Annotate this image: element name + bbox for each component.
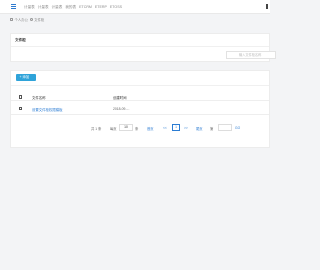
prev-page-link[interactable]: << — [163, 126, 167, 130]
search-input[interactable]: 输入文件柜名称 — [226, 50, 276, 59]
total-count: 共 1 条 — [91, 127, 102, 131]
column-header-date: 创建时间 — [113, 96, 127, 100]
divider — [11, 46, 269, 47]
current-page[interactable]: 1 — [172, 124, 180, 131]
select-all-checkbox[interactable] — [18, 95, 22, 99]
file-name-link[interactable]: 设置文件柜权限模板 — [32, 107, 63, 112]
filter-panel: 文件柜 输入文件柜名称 — [10, 33, 276, 62]
breadcrumb-item[interactable]: 个人办公 — [15, 17, 29, 22]
goto-page-input[interactable] — [218, 124, 232, 131]
next-page-link[interactable]: >> — [184, 126, 188, 130]
goto-label: 第 — [210, 127, 214, 131]
top-navbar: 计量表 计量表 计量表 我的表 ETCRM ETERP ETOSS — [0, 0, 270, 14]
first-page-link[interactable]: 首页 — [147, 126, 154, 131]
row-checkbox[interactable] — [18, 106, 22, 110]
user-menu-icon[interactable] — [266, 4, 268, 9]
breadcrumb-item: 文件柜 — [34, 18, 45, 22]
top-nav-item[interactable]: 我的表 — [65, 5, 76, 10]
per-page-select[interactable]: 10 — [119, 124, 133, 131]
top-nav-item[interactable]: 计量表 — [52, 5, 63, 10]
pagination: 共 1 条 每页 10 条 首页 << 1 >> 尾页 第 GO — [11, 124, 269, 132]
last-page-link[interactable]: 尾页 — [196, 126, 203, 131]
table-row: 设置文件柜权限模板 2018-09-... — [11, 102, 269, 115]
top-nav-item[interactable]: 计量表 — [38, 5, 49, 10]
top-nav-item[interactable]: ETOSS — [110, 5, 122, 10]
column-header-name: 文件名称 — [32, 96, 46, 100]
panel-title: 文件柜 — [15, 38, 26, 42]
menu-icon[interactable] — [11, 4, 16, 9]
goto-button[interactable]: GO — [235, 126, 240, 130]
list-panel: + 添加 文件名称 创建时间 设置文件柜权限模板 2018-09-... 共 1… — [10, 70, 270, 148]
created-date: 2018-09-... — [113, 106, 130, 111]
divider — [11, 85, 269, 86]
top-nav-item[interactable]: 计量表 — [24, 5, 35, 10]
home-icon — [10, 18, 13, 21]
per-page-unit: 条 — [135, 127, 139, 131]
folder-icon — [29, 18, 33, 21]
top-nav-item[interactable]: ETCRM — [79, 5, 92, 10]
breadcrumb: 个人办公 文件柜 — [10, 17, 44, 22]
per-page-label: 每页 — [110, 127, 117, 131]
table-header: 文件名称 创建时间 — [11, 94, 269, 101]
add-button[interactable]: + 添加 — [16, 74, 36, 81]
top-nav: 计量表 计量表 计量表 我的表 ETCRM ETERP ETOSS — [24, 5, 122, 10]
top-nav-item[interactable]: ETERP — [95, 5, 107, 10]
